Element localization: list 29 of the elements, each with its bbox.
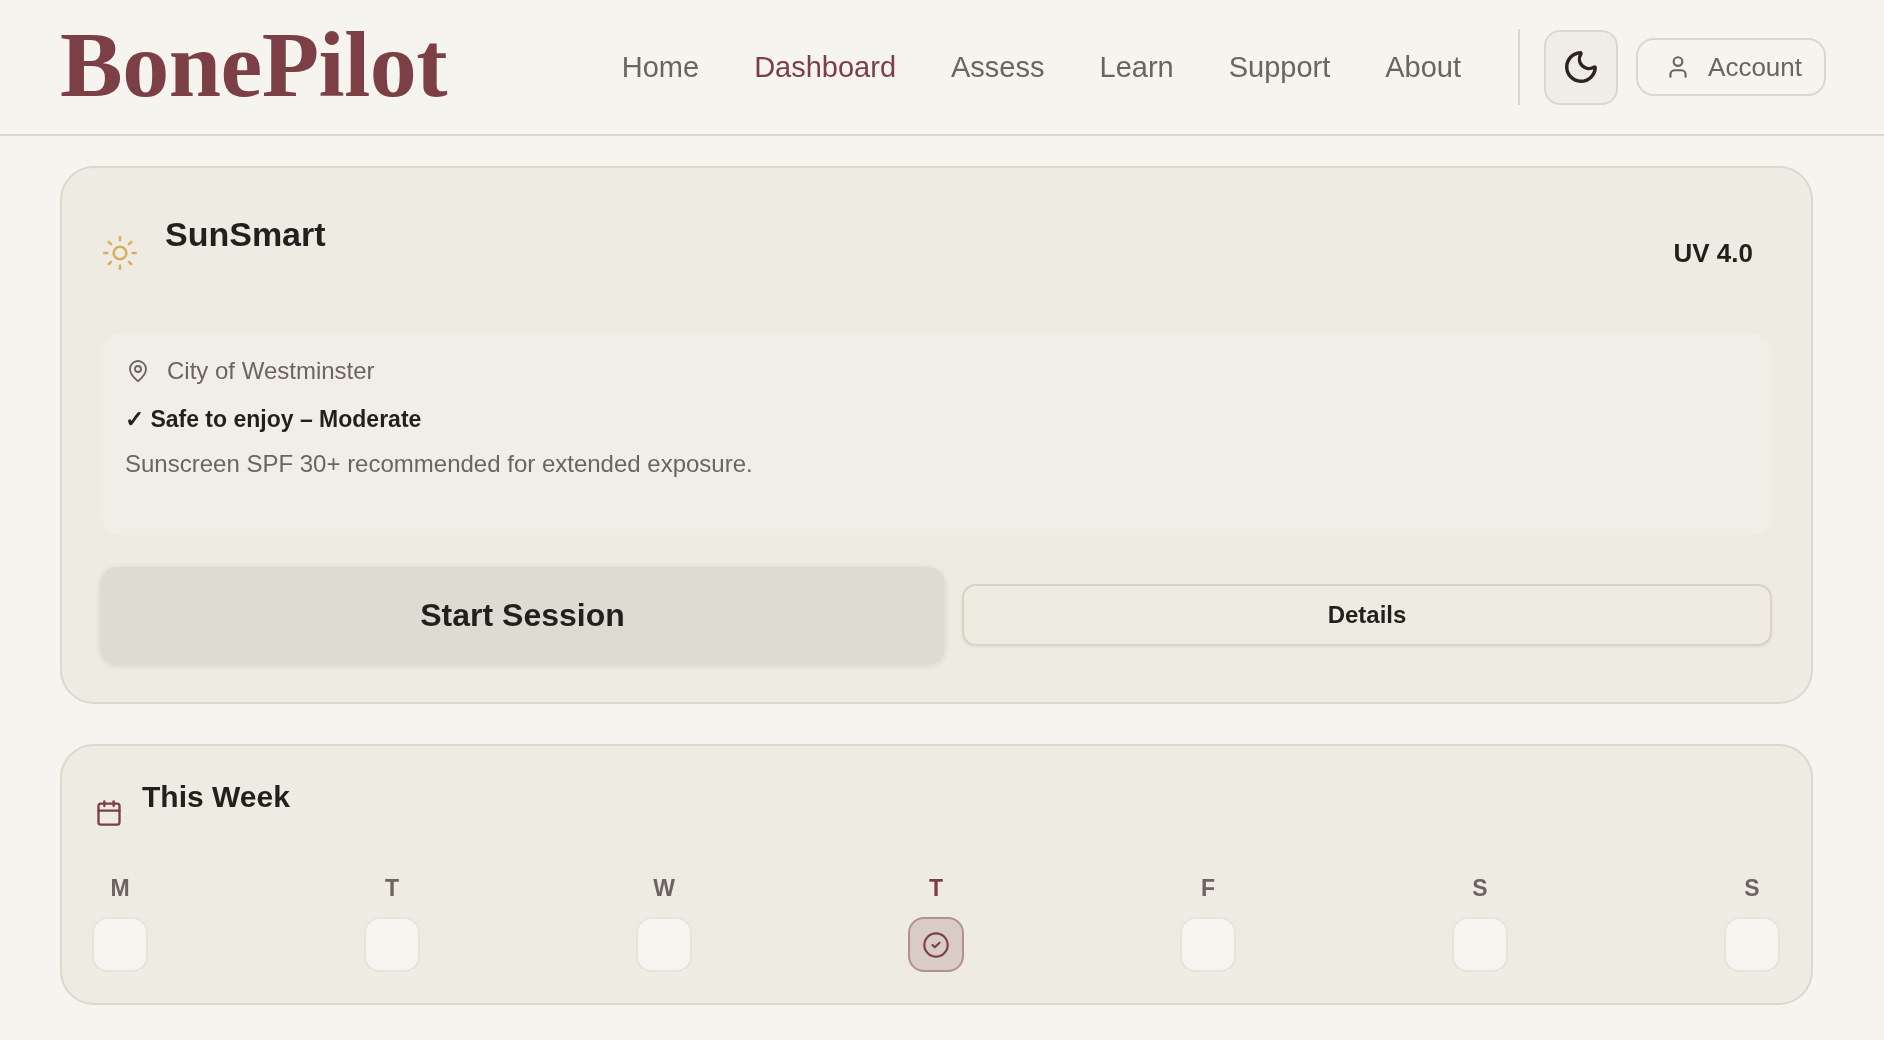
- advice-text: Sunscreen SPF 30+ recommended for extended exposure.: [125, 449, 753, 479]
- start-button[interactable]: Start Session: [101, 567, 944, 663]
- nav-link[interactable]: Home: [621, 49, 700, 85]
- day-label: T: [384, 876, 400, 900]
- location-text: City of Westminster: [167, 357, 375, 385]
- calendar-icon: [95, 799, 123, 827]
- day-label: M: [110, 876, 130, 900]
- day-slot[interactable]: [908, 917, 964, 972]
- day-label: F: [1200, 876, 1216, 900]
- location-pin-icon: [126, 359, 150, 383]
- nav-link[interactable]: Dashboard: [754, 49, 896, 85]
- card-title: This Week: [142, 779, 290, 815]
- day-label: S: [1744, 876, 1760, 900]
- nav-link[interactable]: Support: [1228, 49, 1331, 85]
- day-label: W: [653, 876, 675, 900]
- sun-icon: [101, 234, 139, 272]
- logo[interactable]: BonePilot: [60, 17, 448, 117]
- nav-link[interactable]: Learn: [1099, 49, 1174, 85]
- status-text: ✓ Safe to enjoy – Moderate: [125, 405, 422, 434]
- day-label: T: [928, 876, 944, 900]
- card-title: SunSmart: [165, 214, 326, 254]
- account-button[interactable]: Account: [1636, 38, 1826, 96]
- nav-link[interactable]: About: [1385, 49, 1462, 85]
- nav-link[interactable]: Assess: [951, 49, 1045, 85]
- details-button[interactable]: Details: [962, 584, 1772, 646]
- uv-reading: UV 4.0: [1673, 238, 1753, 268]
- day-label: S: [1472, 876, 1488, 900]
- check-circle-icon: [922, 930, 950, 959]
- theme-toggle-button[interactable]: [1544, 29, 1619, 105]
